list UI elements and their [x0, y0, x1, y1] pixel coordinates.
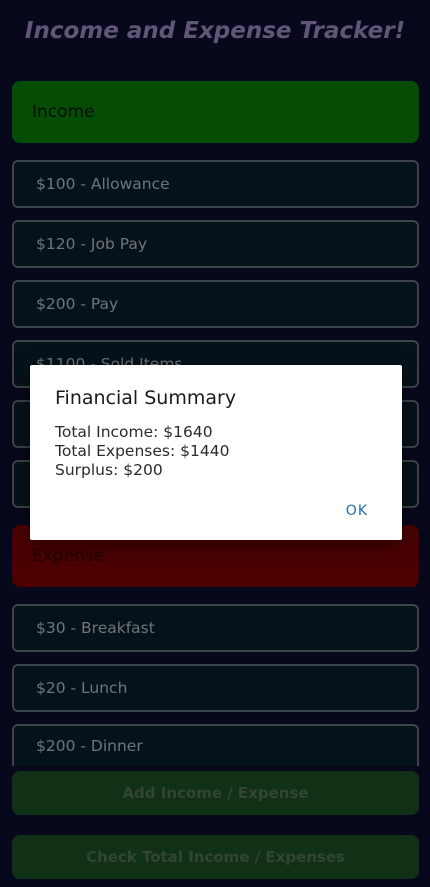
ok-button[interactable]: OK [346, 503, 368, 519]
financial-summary-dialog: Financial Summary Total Income: $1640 To… [30, 365, 402, 540]
total-expenses-text: Total Expenses: $1440 [55, 442, 230, 460]
dialog-message: Total Income: $1640 Total Expenses: $144… [55, 423, 229, 480]
total-income-text: Total Income: $1640 [55, 423, 213, 441]
dialog-title: Financial Summary [55, 387, 237, 409]
surplus-text: Surplus: $200 [55, 461, 163, 479]
